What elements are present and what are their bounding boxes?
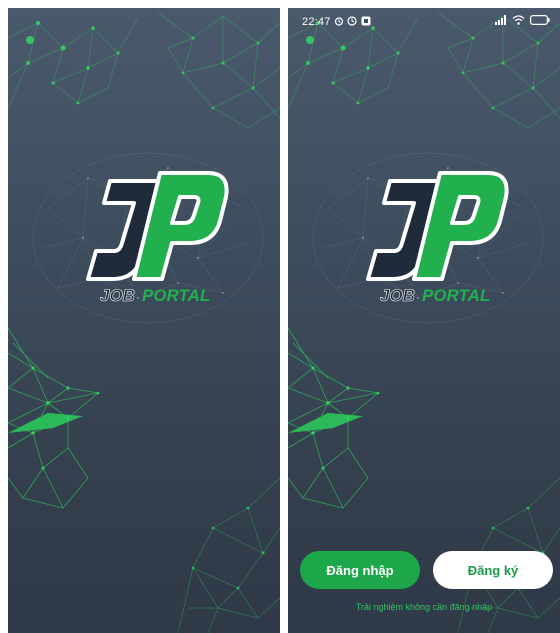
status-icons xyxy=(495,15,550,28)
guest-mode-link[interactable]: Trải nghiệm không cần đăng nhập xyxy=(288,602,560,612)
signal-icon xyxy=(495,15,507,28)
wifi-icon xyxy=(512,15,525,28)
login-button[interactable]: Đăng nhập xyxy=(300,551,420,589)
app-logo: JOB PORTAL xyxy=(328,143,528,328)
notification-icon xyxy=(361,16,371,29)
splash-screen: JOB PORTAL xyxy=(8,8,280,633)
clock-icon xyxy=(347,16,357,29)
status-bar: 22:47 xyxy=(288,8,560,36)
logo-word-portal: PORTAL xyxy=(422,286,490,305)
logo-word-job: JOB xyxy=(100,286,135,305)
register-button[interactable]: Đăng ký xyxy=(433,551,553,589)
alarm-icon xyxy=(334,16,344,29)
battery-icon xyxy=(530,15,550,28)
logo-word-portal: PORTAL xyxy=(142,286,210,305)
logo-word-job: JOB xyxy=(380,286,415,305)
status-time: 22:47 xyxy=(302,16,331,28)
welcome-screen: 22:47 JOB PORTAL Đăng nhập Đăng ký Trải … xyxy=(288,8,560,633)
app-logo: JOB PORTAL xyxy=(48,143,248,328)
